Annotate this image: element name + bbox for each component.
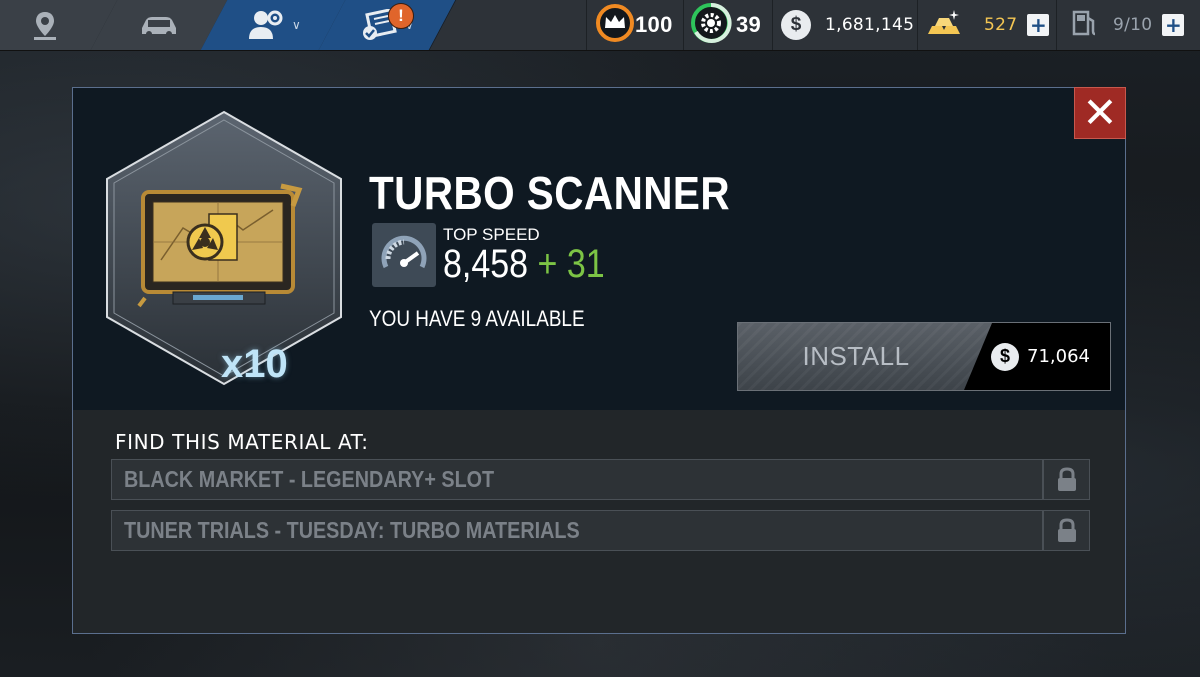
rep-resource[interactable]: 100 <box>586 0 682 50</box>
stat-bonus: 31 <box>566 242 605 286</box>
rep-value: 100 <box>635 12 673 37</box>
lock-icon <box>1043 459 1090 500</box>
alert-badge: ! <box>388 3 414 29</box>
top-bar: ∨ ∨ ! 100 <box>0 0 1200 51</box>
gold-value: 527 <box>984 15 1018 35</box>
dollar-icon: $ <box>781 10 811 40</box>
item-image: x10 <box>103 110 345 386</box>
material-modal: ✕ x10 TURBO SCANNER TOP SPEED 8,458 + 31… <box>72 87 1126 634</box>
add-fuel-button[interactable]: + <box>1162 14 1185 36</box>
item-title: TURBO SCANNER <box>369 167 731 219</box>
crown-icon <box>595 3 635 47</box>
stat-value: 8,458 <box>443 242 529 286</box>
level-resource[interactable]: 39 <box>683 0 771 50</box>
stat-row: 8,458 + 31 <box>443 242 605 287</box>
install-price: $ 71,064 <box>964 323 1110 390</box>
cash-value: 1,681,145 <box>825 15 915 35</box>
lock-icon <box>1043 510 1090 551</box>
level-value: 39 <box>736 12 762 37</box>
chevron-down-icon: ∨ <box>291 18 301 32</box>
gold-bars-icon <box>926 8 962 42</box>
car-icon <box>138 12 180 38</box>
available-count-text: YOU HAVE 9 AVAILABLE <box>369 306 585 331</box>
source-row[interactable]: BLACK MARKET - LEGENDARY+ SLOT <box>111 459 1090 500</box>
location-pin-icon <box>28 8 62 42</box>
source-button[interactable]: TUNER TRIALS - TUESDAY: TURBO MATERIALS <box>111 510 1043 551</box>
source-row[interactable]: TUNER TRIALS - TUESDAY: TURBO MATERIALS <box>111 510 1090 551</box>
fuel-pump-icon <box>1071 8 1099 42</box>
find-material-heading: FIND THIS MATERIAL AT: <box>115 430 369 454</box>
fuel-resource[interactable]: 9/10 + <box>1056 0 1200 50</box>
install-button[interactable]: INSTALL $ 71,064 <box>737 322 1111 391</box>
source-label: TUNER TRIALS - TUESDAY: TURBO MATERIALS <box>124 517 580 543</box>
stat-plus-sign: + <box>537 242 558 286</box>
cash-resource[interactable]: $ 1,681,145 <box>772 0 916 50</box>
source-button[interactable]: BLACK MARKET - LEGENDARY+ SLOT <box>111 459 1043 500</box>
speedometer-icon <box>372 223 436 287</box>
item-quantity: x10 <box>221 342 288 386</box>
fuel-value: 9/10 <box>1113 15 1153 35</box>
add-gold-button[interactable]: + <box>1027 14 1050 36</box>
gear-icon <box>690 2 732 48</box>
gold-resource[interactable]: 527 + <box>917 0 1055 50</box>
crew-settings-icon <box>246 9 284 41</box>
source-label: BLACK MARKET - LEGENDARY+ SLOT <box>124 466 495 492</box>
close-button[interactable]: ✕ <box>1074 87 1126 139</box>
install-price-value: 71,064 <box>1027 346 1090 367</box>
dollar-icon: $ <box>991 342 1020 371</box>
install-label: INSTALL <box>802 341 910 371</box>
